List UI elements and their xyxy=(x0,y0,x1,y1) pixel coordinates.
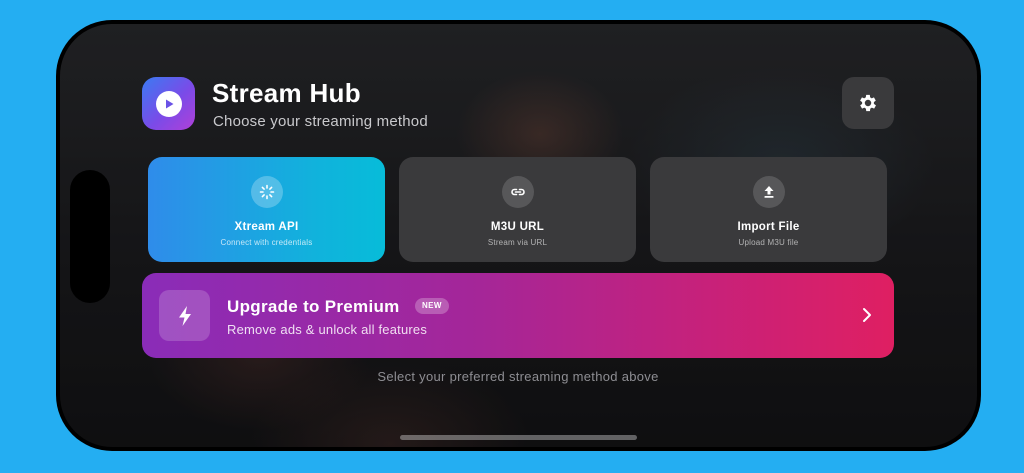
upload-icon xyxy=(752,176,785,208)
gear-icon xyxy=(860,94,876,112)
method-card-m3u-url[interactable]: M3U URL Stream via URL xyxy=(399,157,636,262)
method-label: M3U URL xyxy=(490,221,545,233)
chevron-right-icon xyxy=(858,306,876,324)
method-card-xtream-api[interactable]: Xtream API Connect with credentials xyxy=(148,157,385,262)
method-label: Import File xyxy=(737,221,800,233)
app-subtitle: Choose your streaming method xyxy=(213,113,428,130)
lightning-icon xyxy=(159,290,210,341)
device-frame: Stream Hub Choose your streaming method … xyxy=(56,20,981,451)
app-title: Stream Hub xyxy=(212,78,361,108)
hint-text: Select your preferred streaming method a… xyxy=(377,369,659,384)
premium-description: Remove ads & unlock all features xyxy=(227,322,428,337)
upgrade-premium-banner[interactable]: Upgrade to Premium NEW Remove ads & unlo… xyxy=(142,273,894,358)
home-indicator[interactable] xyxy=(400,435,637,440)
settings-button[interactable] xyxy=(842,77,894,129)
method-card-import-file[interactable]: Import File Upload M3U file xyxy=(650,157,887,262)
new-badge: NEW xyxy=(415,298,449,314)
method-label: Xtream API xyxy=(234,221,299,233)
method-description: Upload M3U file xyxy=(738,238,799,247)
app-content: Stream Hub Choose your streaming method … xyxy=(56,20,981,451)
link-icon xyxy=(501,176,534,208)
camera-notch xyxy=(70,170,110,303)
sparkle-icon xyxy=(250,176,283,208)
app-logo xyxy=(142,77,195,130)
play-icon xyxy=(155,90,182,117)
method-description: Stream via URL xyxy=(487,238,548,247)
premium-title: Upgrade to Premium xyxy=(227,297,400,316)
method-description: Connect with credentials xyxy=(220,238,313,247)
